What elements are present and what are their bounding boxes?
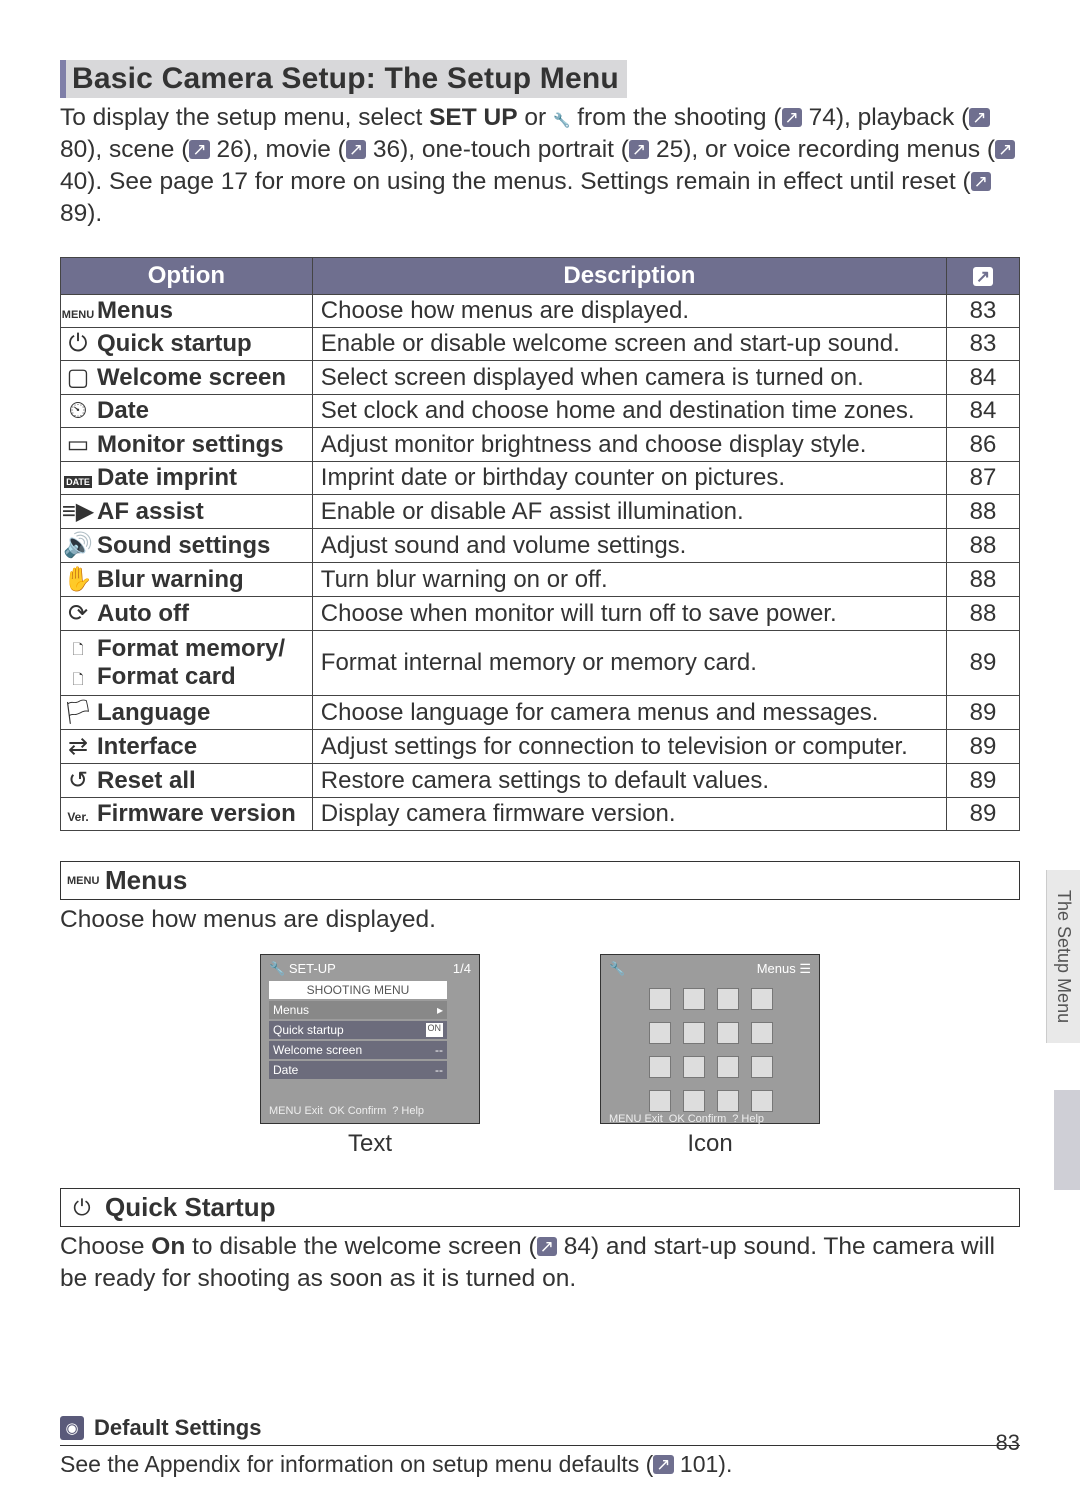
- page-ref-icon: ↗: [971, 172, 991, 191]
- page-ref-icon: ↗: [189, 140, 209, 159]
- side-tab-solid: [1054, 1090, 1080, 1190]
- table-row: MENUMenusChoose how menus are displayed.…: [61, 295, 1020, 328]
- table-row: ⏻Quick startupEnable or disable welcome …: [61, 328, 1020, 361]
- intro-paragraph: To display the setup menu, select SET UP…: [60, 102, 1020, 229]
- page-ref-icon: ↗: [629, 140, 649, 159]
- reset-icon: ↺: [61, 764, 96, 798]
- clock-icon: ⏲: [61, 395, 96, 428]
- col-option: Option: [61, 258, 313, 295]
- table-row: ▢Welcome screenSelect screen displayed w…: [61, 361, 1020, 395]
- table-row: ≡▶AF assistEnable or disable AF assist i…: [61, 495, 1020, 529]
- options-table: Option Description ↗ MENUMenusChoose how…: [60, 257, 1020, 831]
- table-row: ⟳Auto offChoose when monitor will turn o…: [61, 597, 1020, 631]
- default-settings-note-header: ◉ Default Settings: [60, 1415, 1020, 1446]
- table-row: 🔊Sound settingsAdjust sound and volume s…: [61, 529, 1020, 563]
- menu-icon: MENU: [61, 295, 96, 328]
- menu-icon: MENU: [67, 875, 97, 887]
- col-description: Description: [312, 258, 946, 295]
- table-row: DATEDate imprintImprint date or birthday…: [61, 462, 1020, 495]
- power-icon: ⏻: [61, 328, 96, 361]
- table-row: 🏳LanguageChoose language for camera menu…: [61, 696, 1020, 730]
- page-ref-icon: ↗: [346, 140, 366, 159]
- interface-icon: ⇄: [61, 730, 96, 764]
- page-ref-icon: ↗: [653, 1455, 673, 1474]
- page-ref-icon: ↗: [969, 108, 989, 127]
- sound-icon: 🔊: [61, 529, 96, 563]
- monitor-icon: ▭: [61, 428, 96, 462]
- icon-menu-screenshot: 🔧Menus ☰ MENU ExitOK Confirm? Help Icon: [600, 954, 820, 1158]
- language-icon: 🏳: [61, 696, 96, 730]
- note-icon: ◉: [60, 1416, 84, 1440]
- text-menu-screenshot: 🔧 SET-UP1/4 SHOOTING MENU Menus▸ Quick s…: [260, 954, 480, 1158]
- version-icon: Ver.: [61, 798, 96, 831]
- icon-caption: Icon: [600, 1130, 820, 1158]
- page-ref-icon: ↗: [995, 140, 1015, 159]
- page-ref-icon: ↗: [782, 108, 802, 127]
- format-icon: 🗋🗋: [61, 631, 96, 696]
- page-number: 83: [996, 1430, 1020, 1456]
- table-row: ✋Blur warningTurn blur warning on or off…: [61, 563, 1020, 597]
- quick-startup-description: Choose On to disable the welcome screen …: [60, 1231, 1020, 1295]
- af-assist-icon: ≡▶: [61, 495, 96, 529]
- auto-off-icon: ⟳: [61, 597, 96, 631]
- screen-icon: ▢: [61, 361, 96, 395]
- quick-startup-subheading: ⏻ Quick Startup: [60, 1188, 1020, 1227]
- table-header: Option Description ↗: [61, 258, 1020, 295]
- date-imprint-icon: DATE: [61, 462, 96, 495]
- page-ref-icon: ↗: [537, 1237, 557, 1256]
- side-tab: The Setup Menu: [1046, 870, 1080, 1043]
- default-settings-note-body: See the Appendix for information on setu…: [60, 1450, 1020, 1480]
- setup-icon: [553, 109, 570, 129]
- table-row: ▭Monitor settingsAdjust monitor brightne…: [61, 428, 1020, 462]
- page-title: Basic Camera Setup: The Setup Menu: [60, 60, 627, 98]
- col-page-ref: ↗: [947, 258, 1020, 295]
- menus-subheading: MENU Menus: [60, 861, 1020, 900]
- table-row: ⇄InterfaceAdjust settings for connection…: [61, 730, 1020, 764]
- table-row: Ver.Firmware versionDisplay camera firmw…: [61, 798, 1020, 831]
- table-row: ⏲DateSet clock and choose home and desti…: [61, 395, 1020, 428]
- power-icon: ⏻: [67, 1195, 97, 1221]
- table-row: 🗋🗋Format memory/ Format cardFormat inter…: [61, 631, 1020, 696]
- menus-description: Choose how menus are displayed.: [60, 904, 1020, 936]
- table-row: ↺Reset allRestore camera settings to def…: [61, 764, 1020, 798]
- blur-icon: ✋: [61, 563, 96, 597]
- text-caption: Text: [260, 1130, 480, 1158]
